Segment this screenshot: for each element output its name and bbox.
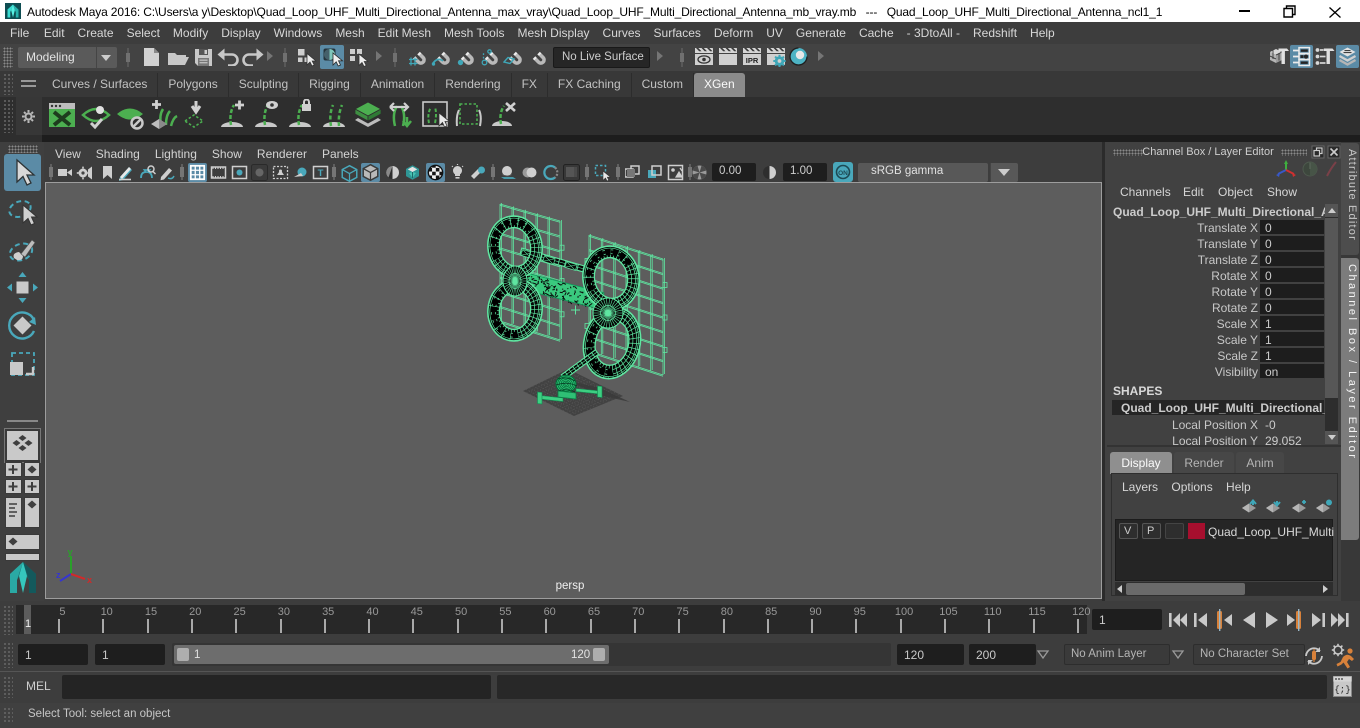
svg-text:{;}: {;} <box>1334 685 1350 695</box>
svg-text:ON: ON <box>838 170 848 177</box>
svg-text:y: y <box>68 548 73 557</box>
svg-text:T: T <box>318 168 324 179</box>
svg-text:x: x <box>87 575 92 585</box>
svg-text:z: z <box>56 570 61 580</box>
